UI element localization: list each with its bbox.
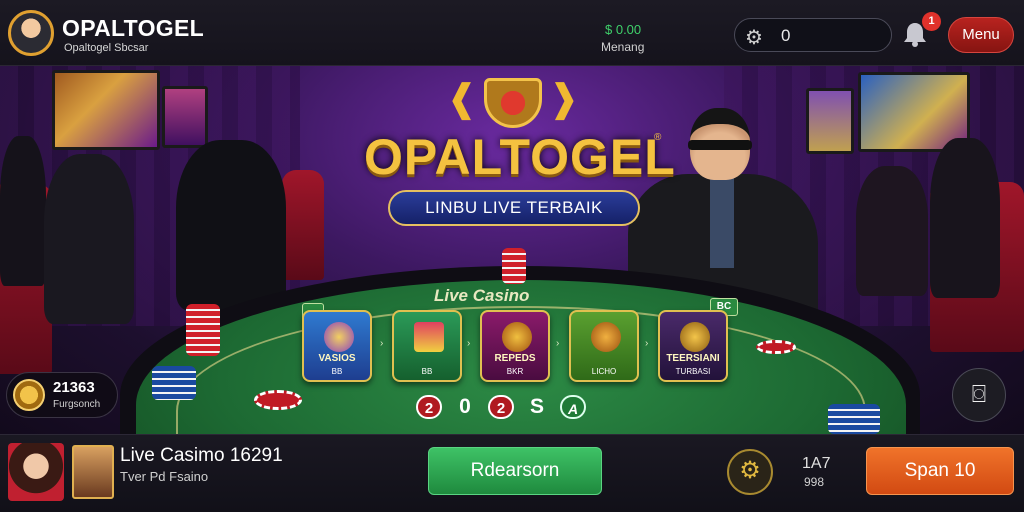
game-card[interactable]: TEERSIANI TURBASI bbox=[658, 310, 728, 382]
counter-value: 0 bbox=[459, 395, 471, 418]
player-figure bbox=[0, 136, 46, 286]
registered-mark: ® bbox=[654, 132, 662, 143]
stat-sub-value: 998 bbox=[804, 475, 825, 489]
game-card[interactable]: VASIOS BB bbox=[302, 310, 372, 382]
avatar[interactable] bbox=[8, 10, 54, 56]
counter-chip[interactable]: 2 bbox=[416, 395, 442, 419]
game-card[interactable]: LICHO bbox=[569, 310, 639, 382]
counter-value: S bbox=[529, 395, 544, 418]
counter-chip[interactable]: 2 bbox=[488, 395, 514, 419]
balance-amount: $ 0.00 bbox=[605, 22, 642, 37]
settings-icon[interactable]: ⚙ bbox=[727, 449, 773, 495]
chip bbox=[756, 340, 796, 354]
chip bbox=[254, 390, 302, 410]
gear-icon: ⚙ bbox=[745, 27, 763, 49]
tagline-banner: LINBU LIVE TERBAIK bbox=[388, 190, 640, 226]
logo-text: OPALTOGEL bbox=[364, 129, 676, 185]
game-emblem-icon bbox=[414, 322, 444, 352]
bet-counters: 2 0 2 S A bbox=[416, 394, 586, 420]
chip-stack bbox=[502, 248, 526, 284]
shield-icon bbox=[484, 78, 542, 128]
top-bar: OPALTOGEL Opaltogel Sbcsar $ 0.00 Menang… bbox=[0, 0, 1024, 66]
game-emblem-icon bbox=[591, 322, 621, 352]
search-input[interactable]: ⚙ 0 bbox=[734, 18, 892, 52]
coin-balance-label: Furgsonch bbox=[53, 399, 101, 410]
game-card[interactable]: REPEDS BKR bbox=[480, 310, 550, 382]
game-emblem-icon bbox=[502, 322, 532, 352]
chevron-right-icon: › bbox=[645, 338, 649, 349]
chip-stack bbox=[186, 304, 220, 356]
live-casino-stage: ❰ ❱ OPALTOGEL ® LINBU LIVE TERBAIK Live … bbox=[0, 66, 1024, 434]
wall-screen bbox=[52, 70, 160, 150]
bottom-bar: Live Casimo 16291 Tver Pd Fsaino Rdearso… bbox=[0, 434, 1024, 512]
player-figure bbox=[176, 140, 286, 310]
coin-icon bbox=[13, 379, 45, 411]
chevron-right-icon: › bbox=[467, 338, 471, 349]
chip-stack bbox=[828, 404, 880, 434]
chair bbox=[282, 170, 324, 280]
brand-subtitle: Opaltogel Sbcsar bbox=[64, 42, 149, 54]
primary-button[interactable]: Rdearsorn bbox=[428, 447, 602, 495]
game-card[interactable]: BB bbox=[392, 310, 462, 382]
notification-badge: 1 bbox=[922, 12, 941, 31]
chevron-right-icon: › bbox=[556, 338, 560, 349]
menu-button[interactable]: Menu bbox=[948, 17, 1014, 53]
counter-chip[interactable]: A bbox=[560, 395, 586, 419]
spin-button[interactable]: Span 10 bbox=[866, 447, 1014, 495]
brand-title: OPALTOGEL bbox=[62, 15, 204, 41]
chat-icon[interactable]: ⌼ bbox=[952, 368, 1006, 422]
stat-value: 1A7 bbox=[802, 455, 831, 472]
host-avatar[interactable] bbox=[8, 443, 64, 501]
wall-screen bbox=[806, 88, 854, 154]
player-figure bbox=[930, 138, 1000, 298]
felt-title: Live Casino bbox=[434, 286, 530, 305]
game-emblem-icon bbox=[680, 322, 710, 352]
chevron-right-icon: › bbox=[380, 338, 384, 349]
search-value: 0 bbox=[781, 26, 791, 45]
coin-balance-value: 21363 bbox=[53, 379, 95, 396]
balance-label: Menang bbox=[601, 40, 645, 54]
game-emblem-icon bbox=[324, 322, 354, 352]
wing-right-icon: ❱ bbox=[548, 78, 580, 120]
table-subtitle: Tver Pd Fsaino bbox=[120, 469, 209, 484]
wing-left-icon: ❰ bbox=[446, 78, 478, 120]
table-thumbnail[interactable] bbox=[72, 445, 114, 499]
wall-screen bbox=[162, 86, 208, 148]
table-title: Live Casimo 16291 bbox=[120, 445, 283, 466]
coin-balance-badge[interactable]: 21363 Furgsonch bbox=[6, 372, 118, 418]
player-figure bbox=[44, 154, 134, 324]
chip-stack bbox=[152, 366, 196, 400]
player-figure bbox=[856, 166, 928, 296]
